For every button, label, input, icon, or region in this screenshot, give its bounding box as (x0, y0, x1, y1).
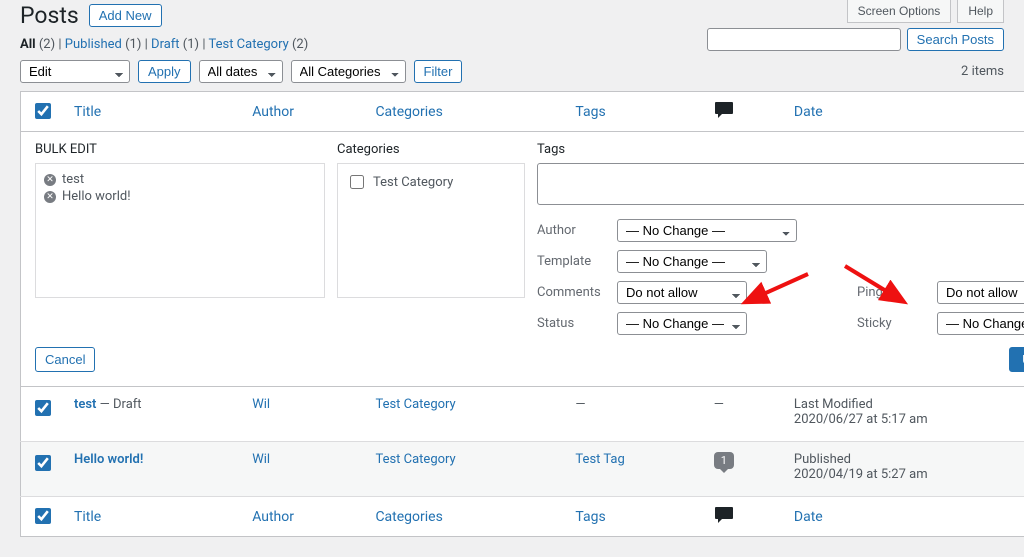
tag-link[interactable]: Test Tag (575, 452, 624, 467)
bulk-edit-titles[interactable]: ✕ test ✕ Hello world! (35, 163, 325, 298)
status-select[interactable]: — No Change — (617, 312, 747, 335)
select-all-checkbox-bottom[interactable] (35, 508, 51, 524)
table-row: Hello world! Wil Test Category Test Tag … (21, 442, 1024, 497)
filter-button[interactable]: Filter (414, 60, 463, 83)
bulk-title: test (62, 172, 84, 187)
cat-checkbox[interactable] (350, 175, 364, 189)
comments-cell: — (714, 397, 724, 412)
comments-select[interactable]: Do not allow (617, 281, 747, 304)
col-tags: Tags (565, 92, 703, 132)
col-date[interactable]: Date (784, 497, 1024, 537)
author-select[interactable]: — No Change — (617, 219, 797, 242)
template-select[interactable]: — No Change — (617, 250, 767, 273)
annotation-arrow (839, 264, 899, 304)
remove-icon[interactable]: ✕ (44, 191, 56, 203)
bulk-title: Hello world! (62, 189, 131, 204)
label-author: Author (537, 223, 617, 238)
row-checkbox[interactable] (35, 400, 51, 416)
col-author: Author (242, 497, 365, 537)
date-value: 2020/04/19 at 5:27 am (794, 467, 928, 482)
bulk-action-select[interactable]: Edit (20, 60, 130, 83)
apply-button[interactable]: Apply (138, 60, 191, 83)
cat-label: Test Category (373, 175, 453, 190)
pings-select[interactable]: Do not allow (937, 281, 1024, 304)
bulk-cat-heading: Categories (337, 142, 525, 157)
col-comments[interactable] (704, 92, 784, 132)
filter-published[interactable]: Published (65, 37, 122, 52)
table-row: test — Draft Wil Test Category — — Last … (21, 387, 1024, 442)
label-comments: Comments (537, 285, 617, 300)
post-title-link[interactable]: Hello world! (74, 452, 143, 467)
page-title: Posts (20, 2, 79, 29)
add-new-button[interactable]: Add New (89, 4, 162, 27)
date-label: Published (794, 452, 851, 467)
post-status: — Draft (96, 397, 141, 412)
search-button[interactable]: Search Posts (907, 28, 1004, 51)
filter-all[interactable]: All (20, 37, 36, 52)
category-link[interactable]: Test Category (375, 452, 455, 467)
col-categories: Categories (365, 497, 565, 537)
tags-textarea[interactable] (537, 163, 1024, 205)
col-comments[interactable] (704, 497, 784, 537)
label-sticky: Sticky (857, 316, 937, 331)
col-title[interactable]: Title (64, 92, 242, 132)
col-author: Author (242, 92, 365, 132)
item-count: 2 items (961, 64, 1004, 79)
bulk-edit-categories[interactable]: Test Category (337, 163, 525, 298)
col-categories: Categories (365, 92, 565, 132)
comment-icon (714, 107, 734, 123)
date-label: Last Modified (794, 397, 873, 412)
col-date[interactable]: Date (784, 92, 1024, 132)
search-input[interactable] (707, 28, 901, 51)
category-link[interactable]: Test Category (375, 397, 455, 412)
col-title[interactable]: Title (64, 497, 242, 537)
annotation-arrow (753, 272, 813, 306)
filter-testcat[interactable]: Test Category (208, 37, 288, 52)
update-button[interactable]: Update (1009, 347, 1024, 372)
sticky-select[interactable]: — No Change — (937, 312, 1024, 335)
cancel-button[interactable]: Cancel (35, 347, 95, 372)
category-filter-select[interactable]: All Categories (291, 60, 406, 83)
label-status: Status (537, 316, 617, 331)
filter-draft[interactable]: Draft (151, 37, 180, 52)
post-title-link[interactable]: test (74, 397, 96, 412)
select-all-checkbox[interactable] (35, 103, 51, 119)
remove-icon[interactable]: ✕ (44, 174, 56, 186)
bulk-edit-heading: BULK EDIT (35, 142, 325, 157)
comment-icon (714, 512, 734, 528)
date-filter-select[interactable]: All dates (199, 60, 283, 83)
date-value: 2020/06/27 at 5:17 am (794, 412, 928, 427)
bulk-tags-heading: Tags (537, 142, 1024, 157)
col-tags: Tags (565, 497, 703, 537)
tags-cell: — (575, 397, 585, 412)
label-template: Template (537, 254, 617, 269)
row-checkbox[interactable] (35, 455, 51, 471)
screen-options-tab[interactable]: Screen Options (847, 0, 952, 23)
author-link[interactable]: Wil (252, 397, 270, 412)
author-link[interactable]: Wil (252, 452, 270, 467)
help-tab[interactable]: Help (957, 0, 1004, 23)
comment-count-bubble[interactable]: 1 (714, 452, 734, 469)
